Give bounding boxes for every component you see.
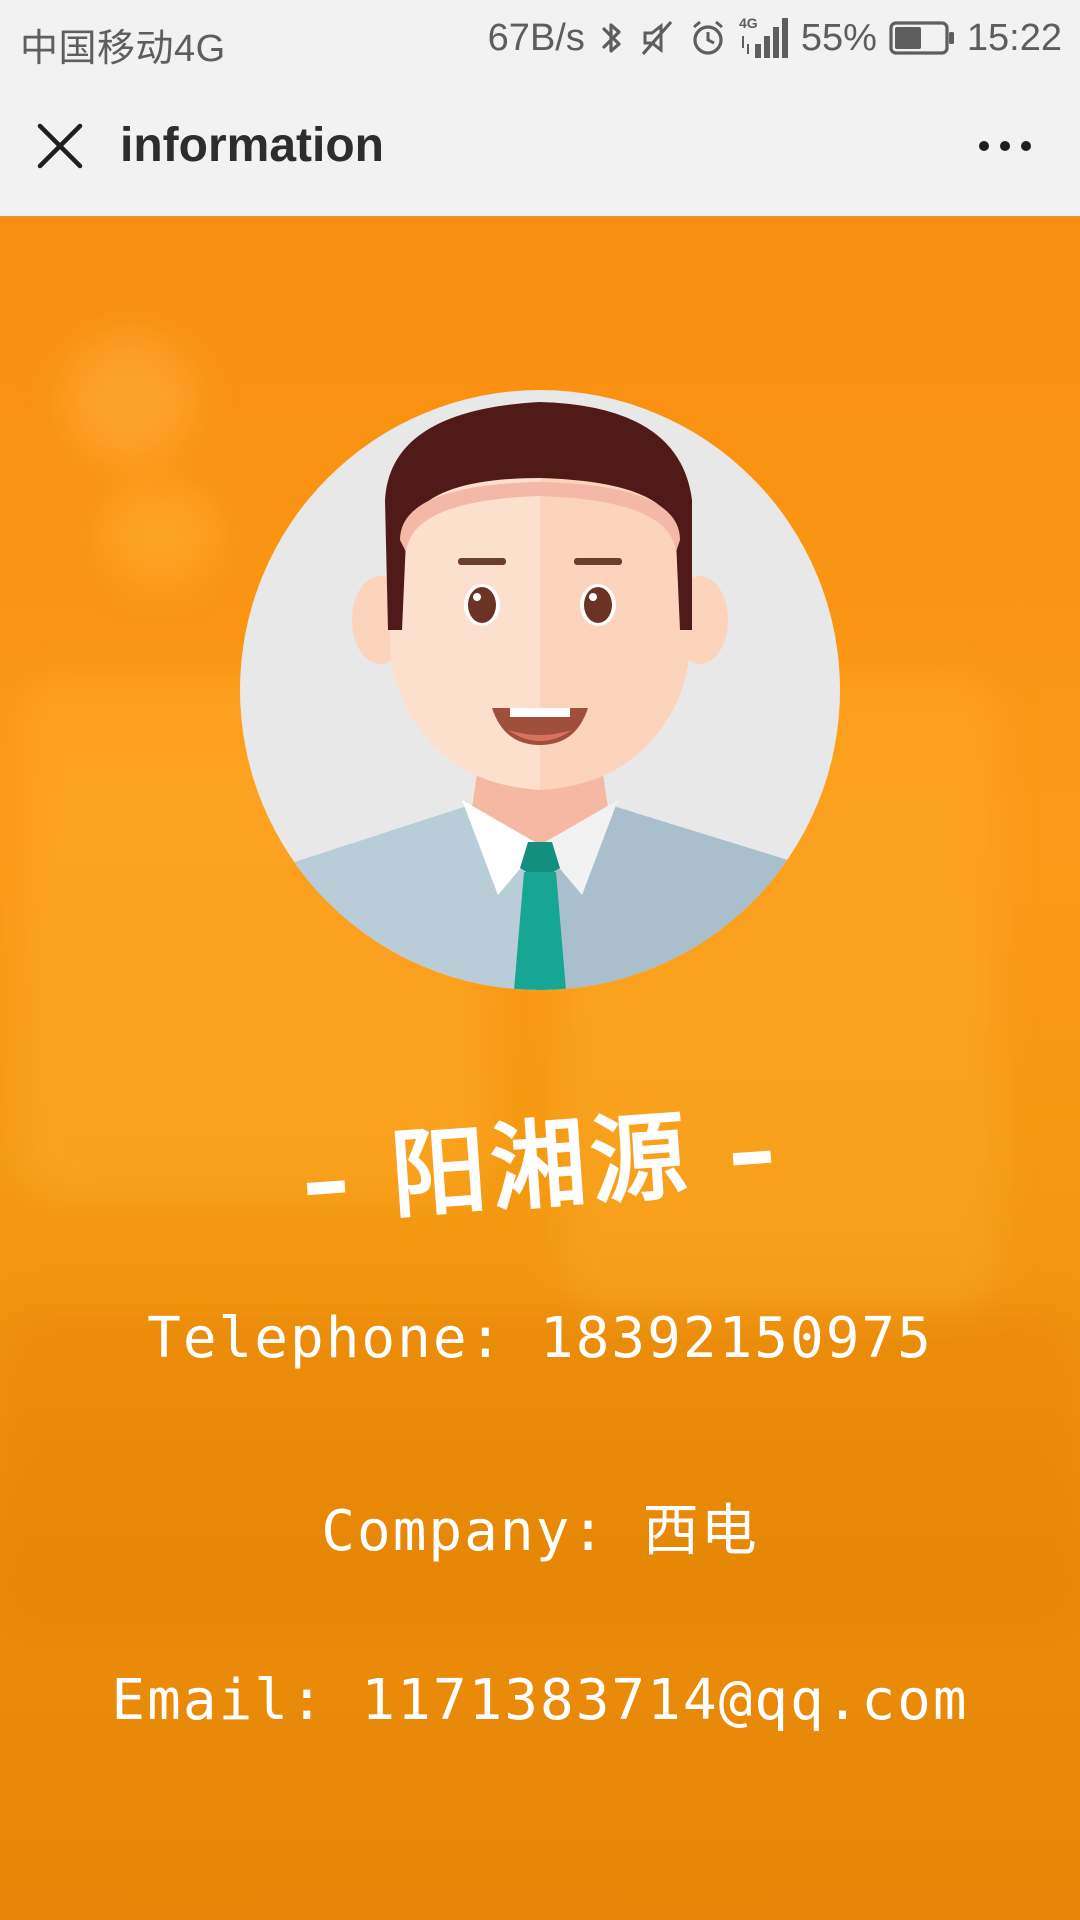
more-button[interactable] (970, 116, 1040, 176)
profile-card: – 阳湘源 – Telephone: 18392150975 Company: … (0, 218, 1080, 1920)
close-icon (37, 123, 83, 169)
close-button[interactable] (30, 116, 90, 176)
battery-icon (889, 20, 955, 56)
telephone-line[interactable]: Telephone: 18392150975 (0, 1306, 1080, 1371)
alarm-icon (689, 18, 727, 58)
signal-icon: 4G (739, 16, 789, 60)
nav-bar: information (0, 76, 1080, 218)
background-shape (60, 328, 200, 468)
clock: 15:22 (966, 16, 1062, 59)
screen: 中国移动4G 67B/s 4G 55% 15:22 information – … (0, 0, 1080, 1920)
email-line[interactable]: Email: 1171383714@qq.com (0, 1668, 1080, 1733)
battery-percent: 55% (800, 16, 877, 59)
mute-icon (639, 18, 677, 58)
more-icon (979, 141, 1031, 151)
network-speed: 67B/s (487, 16, 585, 59)
company-line: Company: 西电 (321, 1499, 759, 1564)
network-type-label: 4G (739, 16, 758, 31)
background-shape (100, 478, 220, 588)
carrier-label: 中国移动4G (20, 28, 226, 70)
status-right: 67B/s 4G 55% 15:22 (488, 12, 1062, 64)
status-bar: 中国移动4G 67B/s 4G 55% 15:22 (0, 0, 1080, 76)
bluetooth-icon (597, 18, 627, 58)
avatar (240, 390, 840, 990)
page-title: information (120, 119, 384, 172)
